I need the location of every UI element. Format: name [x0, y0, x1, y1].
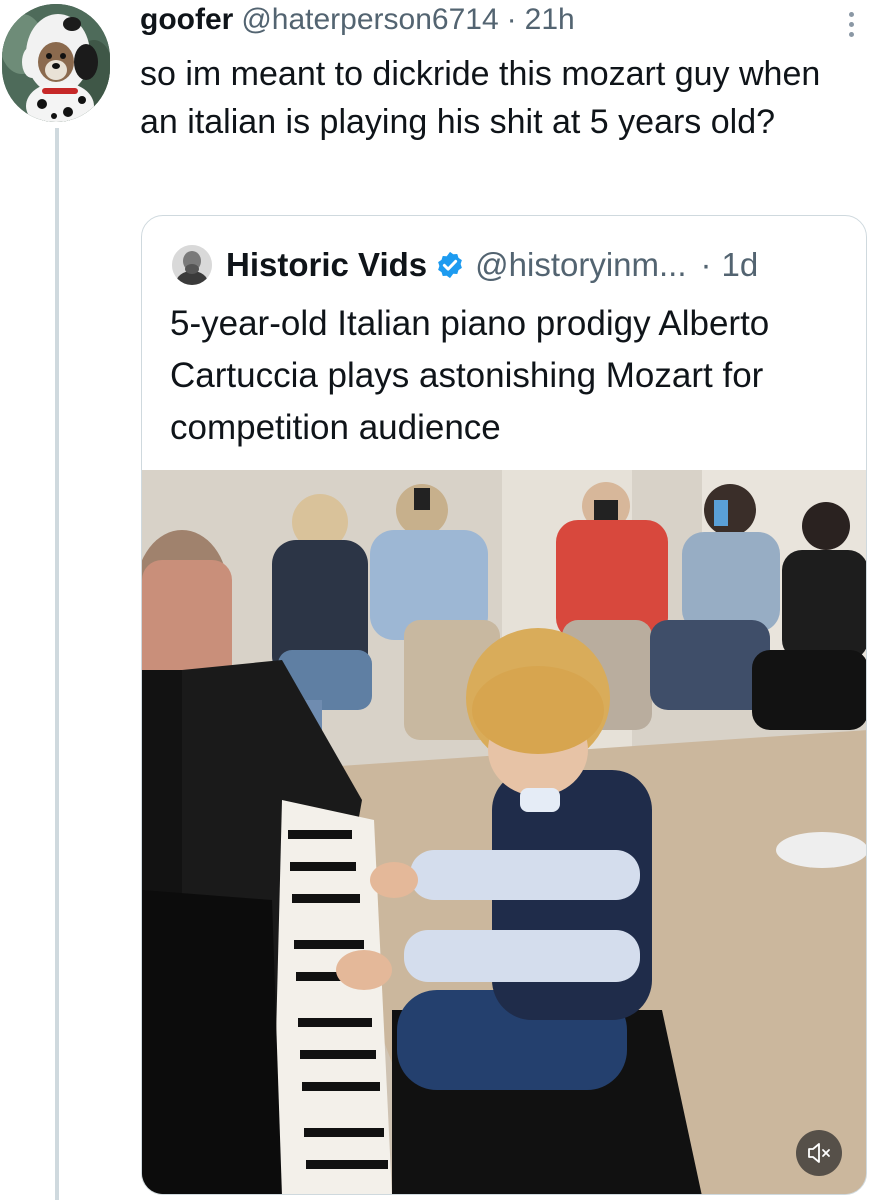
thread-connector-line: [55, 128, 59, 1200]
dog-avatar-image: [2, 4, 110, 122]
quote-author-avatar[interactable]: [172, 245, 212, 285]
quoted-tweet-card[interactable]: Historic Vids @historyinm... · 1d 5-year…: [141, 215, 867, 1195]
quote-handle[interactable]: @historyinm...: [475, 246, 686, 284]
verified-badge-icon: [438, 251, 463, 279]
quote-separator: ·: [700, 246, 712, 283]
piano-performance-video-frame: [142, 470, 866, 1194]
quote-header: Historic Vids @historyinm... · 1d: [172, 244, 758, 286]
reply-separator: ·: [506, 3, 517, 36]
reply-display-name[interactable]: goofer: [140, 3, 233, 37]
quote-display-name[interactable]: Historic Vids: [226, 246, 427, 284]
reply-handle[interactable]: @haterperson6714: [241, 3, 498, 37]
portrait-avatar-image: [172, 245, 212, 285]
quote-timestamp[interactable]: 1d: [722, 246, 759, 284]
reply-timestamp[interactable]: 21h: [525, 3, 575, 37]
reply-text: so im meant to dickride this mozart guy …: [140, 55, 821, 141]
speaker-muted-icon: [808, 1143, 830, 1163]
more-dot-icon: [848, 21, 854, 27]
more-dot-icon: [848, 11, 854, 17]
mute-toggle-button[interactable]: [796, 1130, 842, 1176]
reply-header: goofer @haterperson6714 · 21h: [140, 0, 575, 40]
quote-text: 5-year-old Italian piano prodigy Alberto…: [170, 304, 770, 447]
reply-author-avatar[interactable]: [2, 4, 110, 122]
more-options-button[interactable]: [836, 6, 866, 42]
video-media[interactable]: [142, 470, 866, 1194]
more-dot-icon: [848, 31, 854, 37]
